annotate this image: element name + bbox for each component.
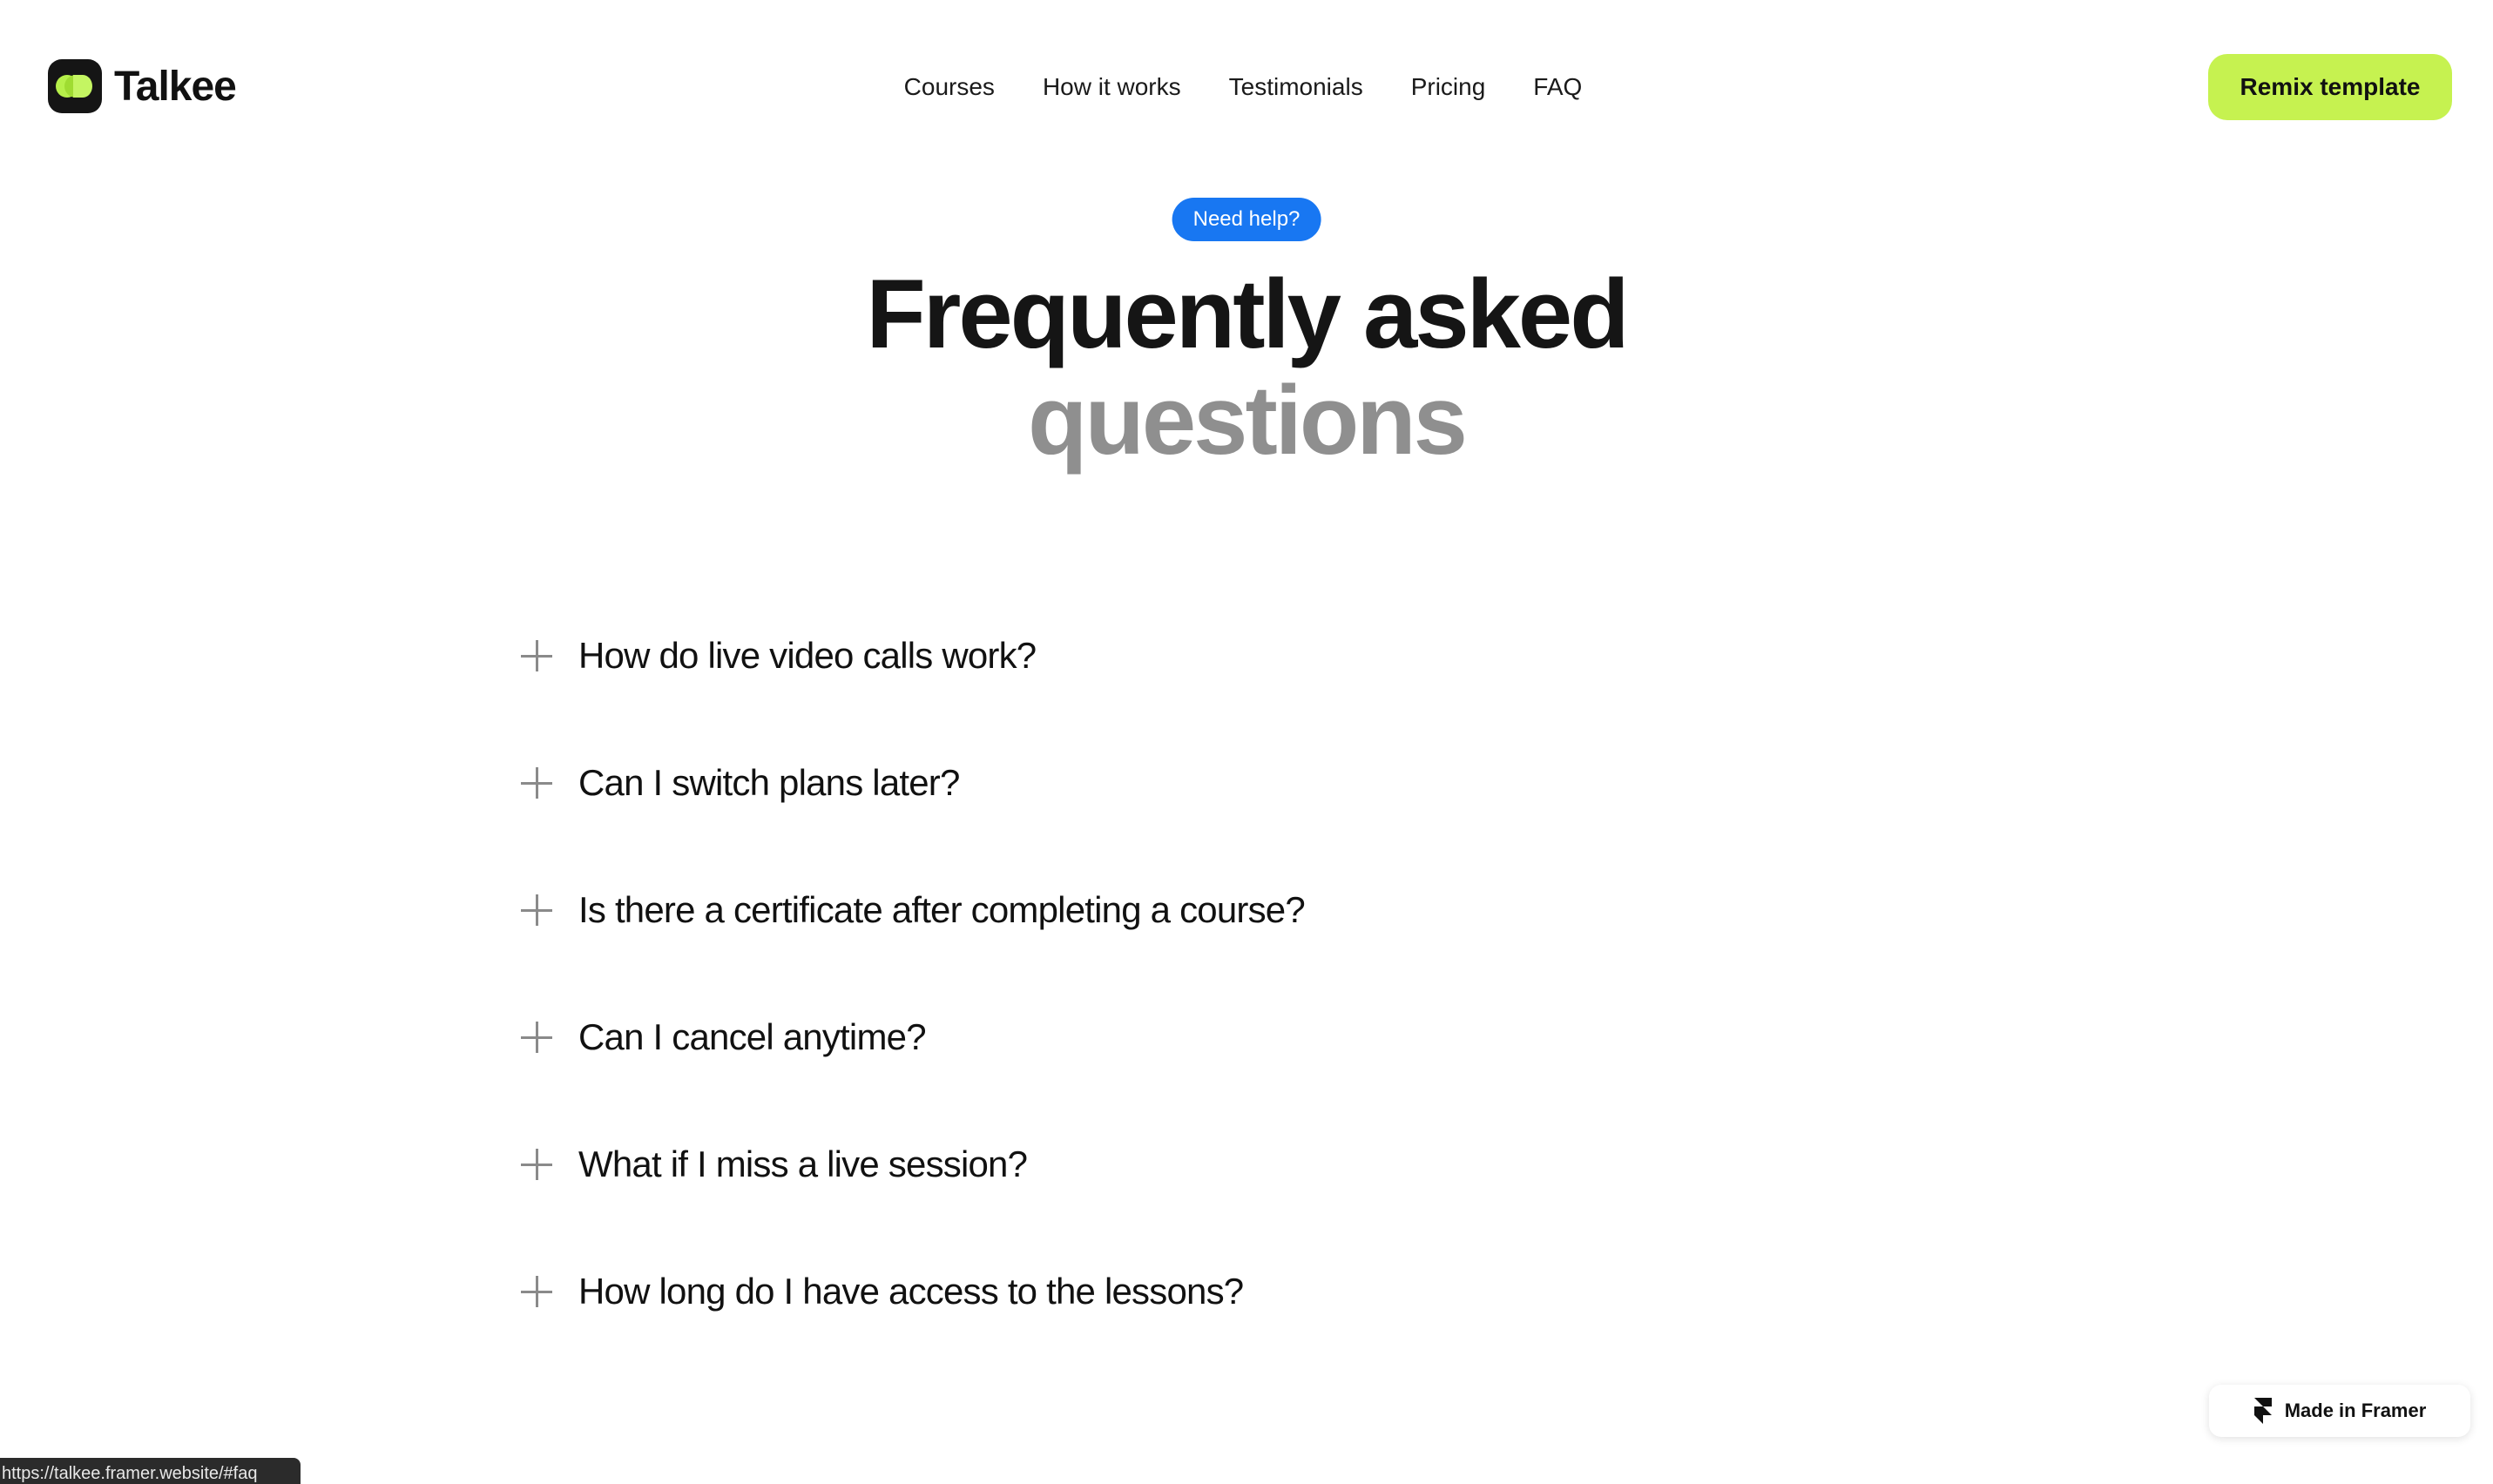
made-in-framer-badge[interactable]: Made in Framer (2209, 1385, 2470, 1437)
faq-item[interactable]: How long do I have access to the lessons… (521, 1228, 1967, 1355)
faq-question: Can I cancel anytime? (578, 1016, 927, 1057)
nav-link-how-it-works[interactable]: How it works (1043, 68, 1181, 106)
main-nav: Courses How it works Testimonials Pricin… (0, 68, 2493, 106)
page-title: Frequently asked questions (0, 261, 2493, 474)
faq-item[interactable]: Is there a certificate after completing … (521, 847, 1967, 974)
faq-question: How do live video calls work? (578, 635, 1037, 676)
plus-icon (521, 767, 552, 799)
nav-link-courses[interactable]: Courses (904, 68, 995, 106)
site-header: Talkee Courses How it works Testimonials… (0, 0, 2493, 174)
remix-template-button[interactable]: Remix template (2208, 54, 2452, 120)
faq-item[interactable]: Can I switch plans later? (521, 719, 1967, 847)
faq-item[interactable]: What if I miss a live session? (521, 1101, 1967, 1228)
need-help-badge: Need help? (1172, 198, 1321, 241)
made-in-framer-label: Made in Framer (2284, 1400, 2427, 1421)
faq-item[interactable]: Can I cancel anytime? (521, 974, 1967, 1101)
plus-icon (521, 1149, 552, 1180)
title-line-1: Frequently asked (866, 260, 1629, 368)
plus-icon (521, 894, 552, 926)
faq-question: What if I miss a live session? (578, 1143, 1028, 1184)
plus-icon (521, 1276, 552, 1307)
title-line-2: questions (1028, 366, 1468, 475)
nav-link-pricing[interactable]: Pricing (1411, 68, 1486, 106)
framer-icon (2253, 1398, 2273, 1424)
plus-icon (521, 640, 552, 671)
faq-question: How long do I have access to the lessons… (578, 1271, 1244, 1312)
faq-question: Is there a certificate after completing … (578, 889, 1306, 930)
faq-list: How do live video calls work? Can I swit… (521, 592, 1967, 1355)
status-bar-url: https://talkee.framer.website/#faq (0, 1458, 301, 1484)
nav-link-faq[interactable]: FAQ (1533, 68, 1582, 106)
plus-icon (521, 1022, 552, 1053)
faq-item[interactable]: How do live video calls work? (521, 592, 1967, 719)
faq-question: Can I switch plans later? (578, 762, 960, 803)
page: Talkee Courses How it works Testimonials… (0, 0, 2493, 1484)
nav-link-testimonials[interactable]: Testimonials (1229, 68, 1363, 106)
